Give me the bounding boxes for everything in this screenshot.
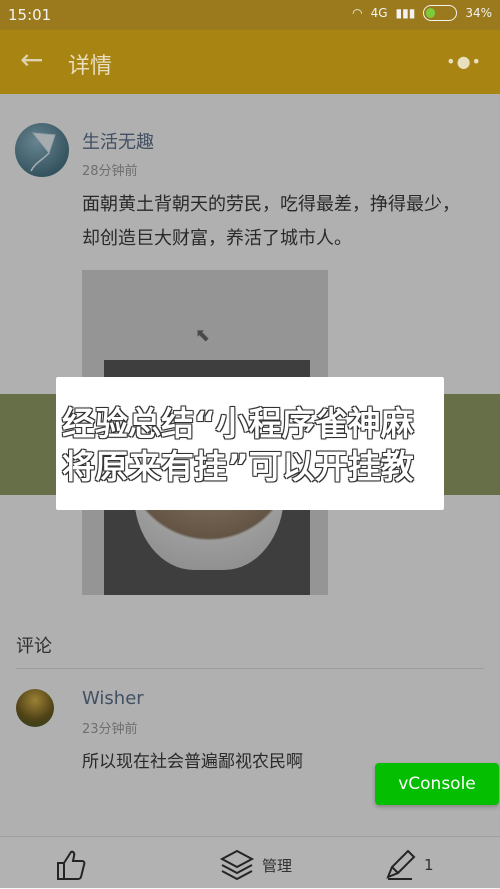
more-dots-icon[interactable]: •●• bbox=[446, 52, 482, 71]
page-title: 详情 bbox=[68, 54, 113, 79]
ad-banner-text: 经验总结“小程序雀神麻将原来有挂”可以开挂教 bbox=[62, 404, 414, 486]
battery-percent: 34% bbox=[465, 6, 492, 20]
status-time: 15:01 bbox=[8, 6, 52, 24]
battery-fill bbox=[426, 8, 436, 18]
status-bar: 15:01 ◠ 4G ▮▮▮ 34% bbox=[0, 0, 500, 30]
vconsole-button[interactable]: vConsole bbox=[375, 763, 499, 805]
app-bar: ← 详情 •●• bbox=[0, 30, 500, 94]
network-label: 4G bbox=[370, 6, 388, 20]
signal-icon: ▮▮▮ bbox=[395, 6, 416, 20]
battery-icon bbox=[423, 5, 458, 21]
back-arrow-icon[interactable]: ← bbox=[20, 46, 43, 74]
wifi-icon: ◠ bbox=[352, 6, 363, 20]
status-icons: ◠ 4G ▮▮▮ 34% bbox=[352, 5, 492, 21]
